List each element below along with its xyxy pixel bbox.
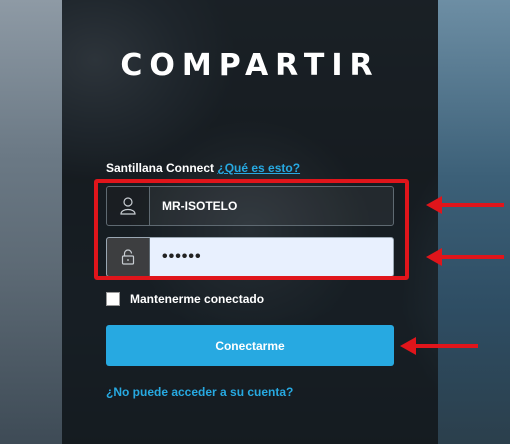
arrow-password-icon [426, 248, 504, 266]
remember-me-row[interactable]: Mantenerme conectado [106, 292, 264, 306]
arrow-button-icon [400, 337, 478, 355]
help-link[interactable]: ¿Qué es esto? [217, 161, 300, 175]
connect-label-line: Santillana Connect ¿Qué es esto? [106, 161, 300, 175]
connect-label: Santillana Connect [106, 161, 215, 175]
brand-logo: COMPARTIR [120, 48, 380, 83]
background-right-edge [438, 0, 510, 444]
remember-me-label: Mantenerme conectado [130, 292, 265, 306]
credentials-highlight-box [94, 179, 409, 280]
background-left-edge [0, 0, 62, 444]
connect-button[interactable]: Conectarme [106, 325, 394, 366]
forgot-account-link[interactable]: ¿No puede acceder a su cuenta? [106, 385, 293, 399]
remember-me-checkbox[interactable] [106, 292, 120, 306]
arrow-username-icon [426, 196, 504, 214]
